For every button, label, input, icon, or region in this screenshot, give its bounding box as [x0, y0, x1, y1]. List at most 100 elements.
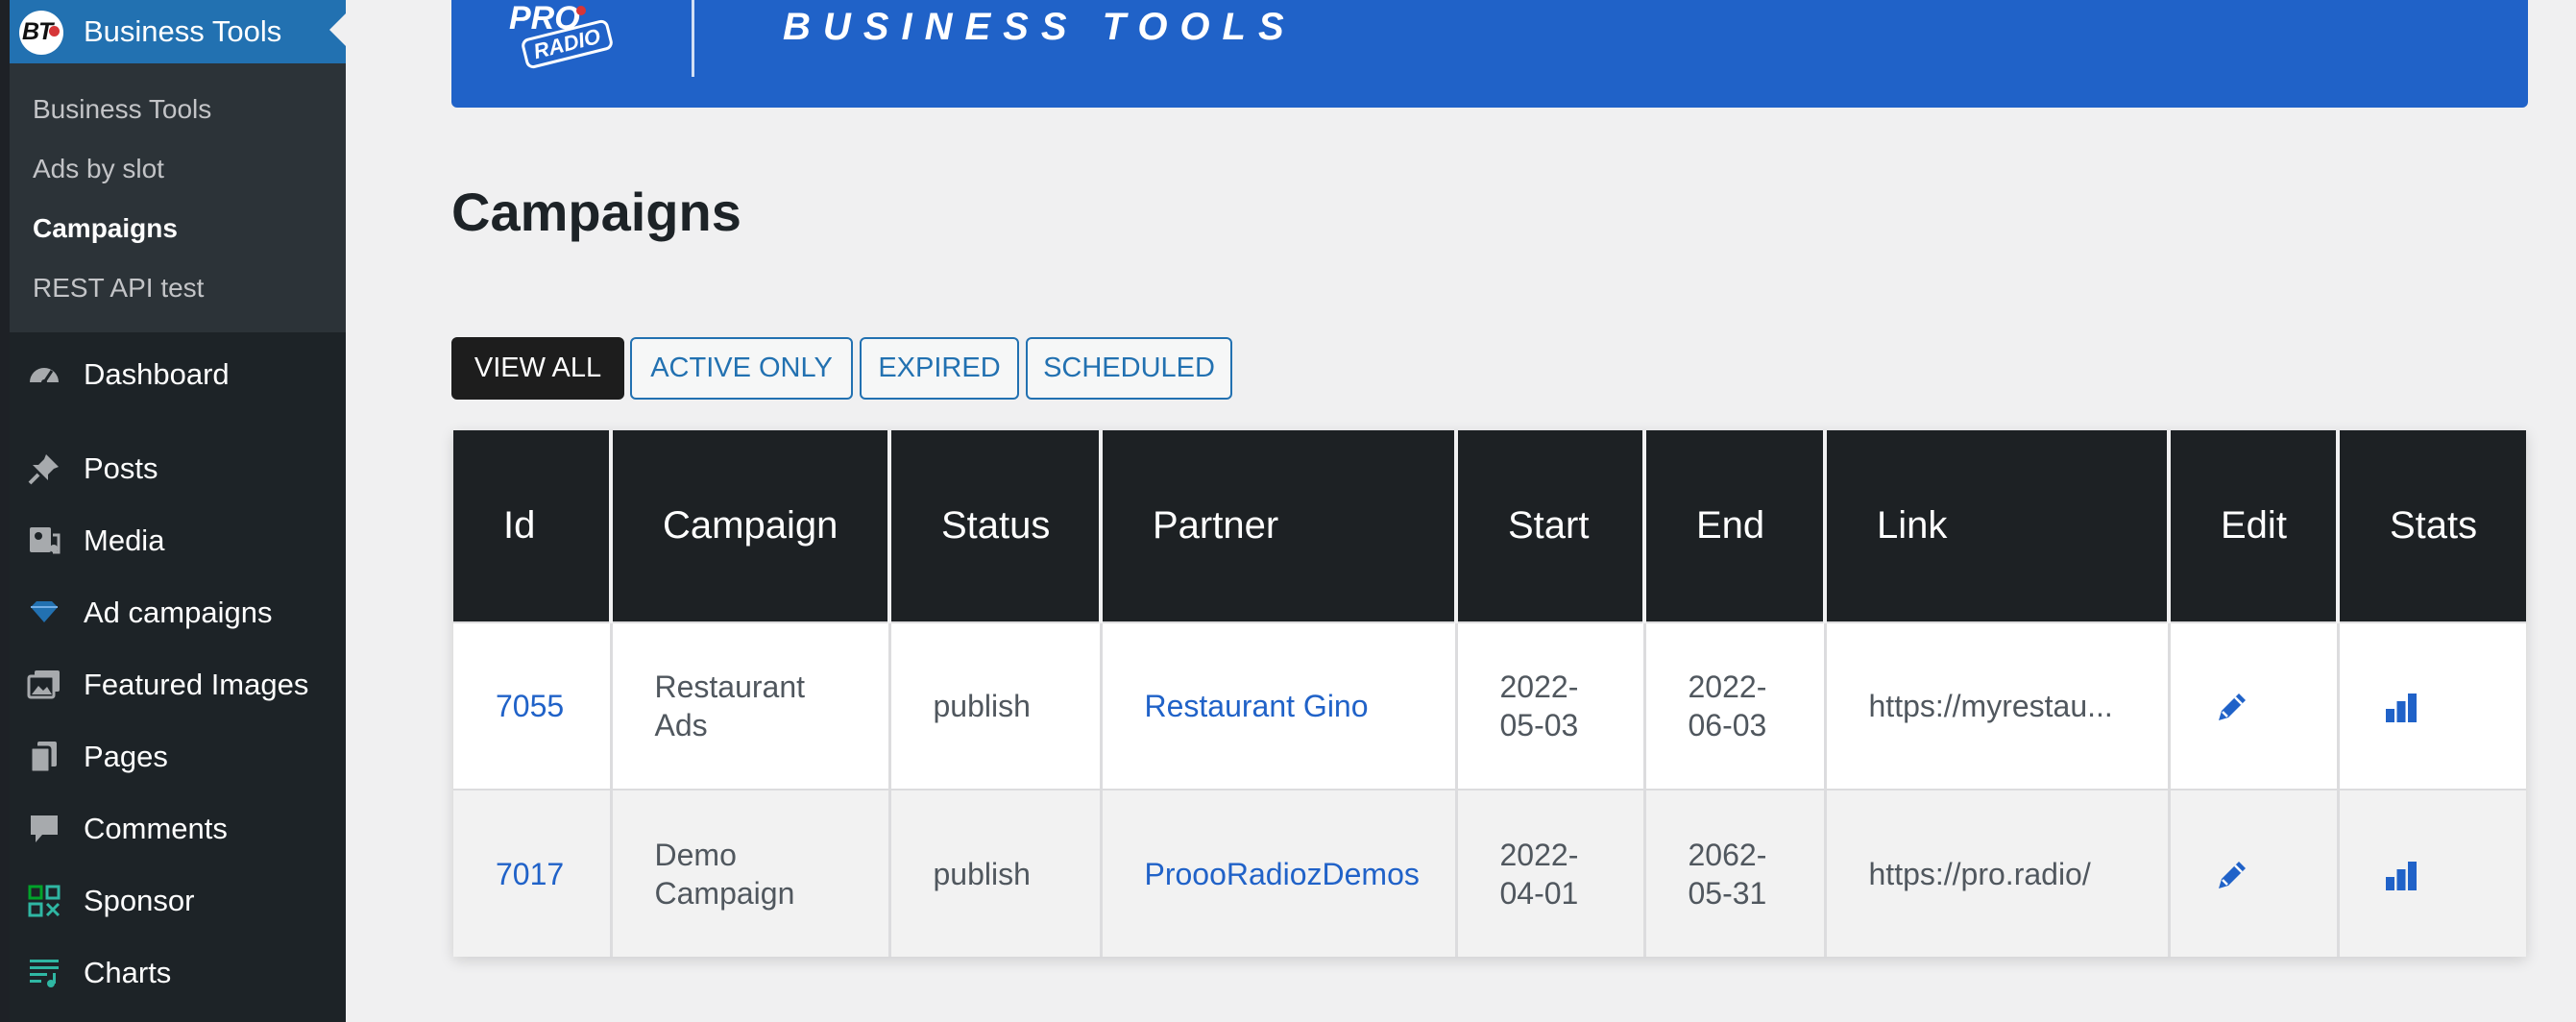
end-date-line2: 05-31 — [1688, 875, 1767, 911]
campaign-name-line1: Restaurant — [654, 669, 806, 704]
left-edge-strip — [0, 0, 10, 1022]
end-date-line2: 06-03 — [1688, 708, 1767, 742]
cell-link: https://myrestau... — [1823, 621, 2169, 790]
cell-edit — [2167, 621, 2338, 790]
table-header-row: Id Campaign Status Partner Start End Lin… — [453, 430, 2526, 622]
menu-item-pages[interactable]: Pages — [10, 726, 346, 784]
cell-campaign: Demo Campaign — [609, 789, 889, 957]
cell-campaign: Restaurant Ads — [609, 621, 889, 790]
cell-id: 7017 — [453, 789, 611, 957]
sidebar-header-title: Business Tools — [84, 14, 282, 48]
column-header-start[interactable]: Start — [1454, 430, 1644, 622]
start-date-line2: 05-03 — [1499, 708, 1579, 742]
menu-item-ad-campaigns[interactable]: Ad campaigns — [10, 582, 346, 640]
submenu-item-business-tools[interactable]: Business Tools — [33, 94, 211, 125]
images-icon — [27, 670, 60, 699]
playlist-icon — [30, 960, 59, 987]
cell-stats — [2336, 621, 2526, 790]
cell-link: https://pro.radio/ — [1823, 789, 2169, 957]
page-title: Campaigns — [451, 182, 741, 242]
table-row: 7017 Demo Campaign publish ProooRadiozDem… — [453, 789, 2526, 957]
campaign-name-line2: Campaign — [654, 875, 795, 911]
cell-stats — [2336, 789, 2526, 957]
column-header-end[interactable]: End — [1642, 430, 1825, 622]
admin-sidebar: BT Business Tools Business Tools Ads by … — [10, 0, 346, 1022]
filter-view-all-button[interactable]: VIEW ALL — [451, 337, 624, 400]
cell-status: publish — [887, 789, 1101, 957]
filter-expired-button[interactable]: EXPIRED — [860, 337, 1019, 400]
campaigns-table: Id Campaign Status Partner Start End Lin… — [453, 430, 2526, 957]
cell-id: 7055 — [453, 621, 611, 790]
campaign-id-link[interactable]: 7055 — [496, 689, 564, 723]
column-header-link[interactable]: Link — [1823, 430, 2169, 622]
cell-edit — [2167, 789, 2338, 957]
qr-icon — [28, 885, 61, 917]
menu-item-dashboard[interactable]: Dashboard — [10, 344, 346, 402]
business-tools-banner: PRO RADIO BUSINESS TOOLS — [451, 0, 2528, 108]
start-date-line1: 2022- — [1499, 669, 1579, 704]
menu-label-comments: Comments — [84, 812, 228, 845]
banner-title: BUSINESS TOOLS — [783, 6, 1297, 48]
filter-scheduled-button[interactable]: SCHEDULED — [1026, 337, 1232, 400]
pushpin-icon — [28, 454, 59, 485]
start-date-line1: 2022- — [1499, 837, 1579, 872]
logo-text: BT — [22, 18, 53, 45]
cell-end: 2022- 06-03 — [1642, 621, 1825, 790]
dashboard-icon — [30, 368, 59, 385]
menu-label-posts: Posts — [84, 451, 158, 485]
comment-icon — [31, 815, 58, 842]
start-date-line2: 04-01 — [1499, 875, 1579, 911]
media-icon — [30, 527, 61, 554]
submenu-item-rest-api-test[interactable]: REST API test — [33, 273, 204, 304]
menu-label-sponsor: Sponsor — [84, 884, 195, 917]
menu-item-charts[interactable]: Charts — [10, 942, 346, 1000]
cell-start: 2022- 04-01 — [1454, 789, 1644, 957]
partner-link[interactable]: Restaurant Gino — [1145, 689, 1369, 723]
filter-active-only-button[interactable]: ACTIVE ONLY — [630, 337, 853, 400]
menu-label-media: Media — [84, 523, 165, 557]
current-menu-notch — [329, 13, 346, 46]
bar-chart-stats-icon[interactable] — [2382, 856, 2420, 894]
menu-label-pages: Pages — [84, 740, 168, 773]
menu-label-charts: Charts — [84, 956, 172, 989]
column-header-edit: Edit — [2167, 430, 2338, 622]
business-tools-logo-icon: BT — [19, 11, 63, 55]
pencil-edit-icon[interactable] — [2213, 856, 2251, 894]
cell-status: publish — [887, 621, 1101, 790]
banner-divider — [692, 0, 694, 77]
logo-red-dot — [576, 6, 586, 15]
submenu-item-ads-by-slot[interactable]: Ads by slot — [33, 154, 164, 184]
cell-start: 2022- 05-03 — [1454, 621, 1644, 790]
cell-partner: ProooRadiozDemos — [1099, 789, 1456, 957]
column-header-campaign[interactable]: Campaign — [609, 430, 889, 622]
diamond-icon — [31, 601, 58, 622]
menu-item-sponsor[interactable]: Sponsor — [10, 870, 346, 928]
bar-chart-stats-icon[interactable] — [2382, 688, 2420, 726]
menu-item-posts[interactable]: Posts — [10, 438, 346, 496]
column-header-status[interactable]: Status — [887, 430, 1101, 622]
menu-item-comments[interactable]: Comments — [10, 798, 346, 856]
campaigns-table-wrapper: Id Campaign Status Partner Start End Lin… — [453, 430, 2526, 957]
menu-label-ad-campaigns: Ad campaigns — [84, 596, 273, 629]
submenu-item-campaigns[interactable]: Campaigns — [33, 213, 178, 244]
campaign-id-link[interactable]: 7017 — [496, 857, 564, 891]
table-row: 7055 Restaurant Ads publish Restaurant Gi… — [453, 621, 2526, 790]
menu-item-media[interactable]: Media — [10, 510, 346, 568]
cell-end: 2062- 05-31 — [1642, 789, 1825, 957]
logo-dot — [49, 26, 60, 36]
menu-item-featured-images[interactable]: Featured Images — [10, 654, 346, 712]
sidebar-header-business-tools[interactable]: BT Business Tools — [10, 0, 346, 63]
column-header-id[interactable]: Id — [453, 430, 611, 622]
column-header-partner[interactable]: Partner — [1099, 430, 1456, 622]
pencil-edit-icon[interactable] — [2213, 688, 2251, 726]
cell-partner: Restaurant Gino — [1099, 621, 1456, 790]
partner-link[interactable]: ProooRadiozDemos — [1145, 857, 1420, 891]
column-header-stats: Stats — [2336, 430, 2526, 622]
end-date-line1: 2022- — [1688, 669, 1767, 704]
campaign-name-line2: Ads — [654, 708, 708, 742]
menu-label-dashboard: Dashboard — [84, 357, 230, 391]
menu-label-featured-images: Featured Images — [84, 668, 309, 701]
campaign-name-line1: Demo — [654, 837, 737, 872]
end-date-line1: 2062- — [1688, 837, 1767, 872]
pages-icon — [29, 742, 57, 774]
